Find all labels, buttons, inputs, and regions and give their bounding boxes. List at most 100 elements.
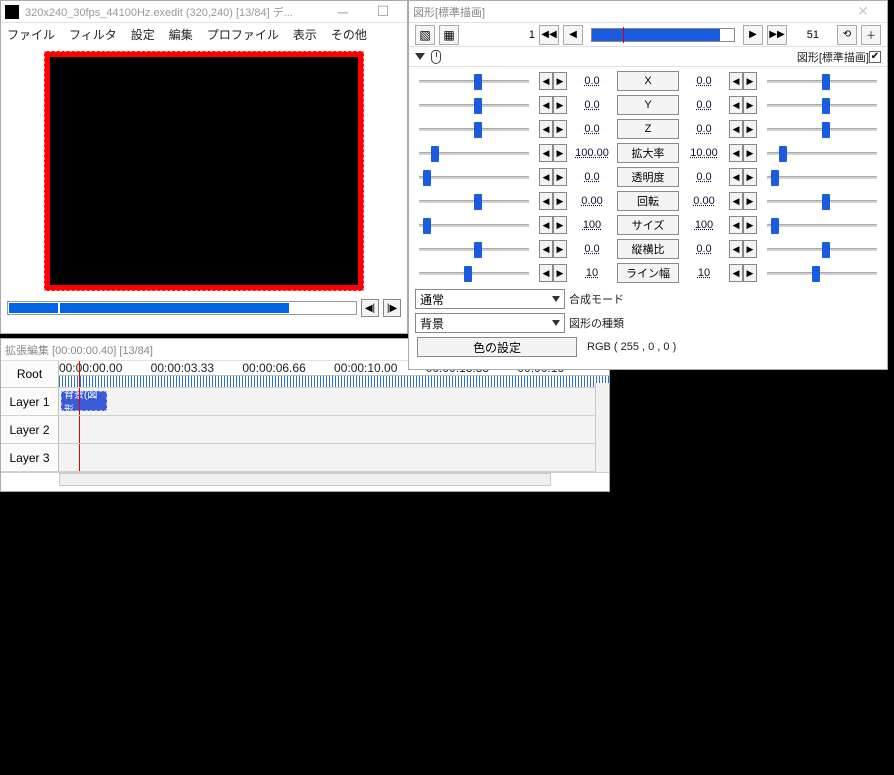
menu-file[interactable]: ファイル (7, 26, 55, 43)
param-value-left[interactable]: 10 (571, 267, 613, 279)
nudge-right-icon[interactable]: ▶ (743, 216, 757, 234)
param-nudge-left[interactable]: ◀▶ (539, 264, 567, 282)
menu-edit[interactable]: 編集 (169, 26, 193, 43)
param-slider-right[interactable] (761, 264, 883, 282)
blend-mode-select[interactable]: 通常 (415, 289, 565, 309)
param-slider-left[interactable] (413, 216, 535, 234)
nudge-left-icon[interactable]: ◀ (539, 144, 553, 162)
nudge-left-icon[interactable]: ◀ (729, 192, 743, 210)
nudge-right-icon[interactable]: ▶ (553, 216, 567, 234)
param-value-left[interactable]: 0.0 (571, 99, 613, 111)
param-nudge-left[interactable]: ◀▶ (539, 96, 567, 114)
param-slider-right[interactable] (761, 192, 883, 210)
param-slider-left[interactable] (413, 144, 535, 162)
clip-shape[interactable]: 背景(図形 (61, 391, 107, 411)
menu-filter[interactable]: フィルタ (69, 26, 117, 43)
param-nudge-left[interactable]: ◀▶ (539, 240, 567, 258)
param-value-right[interactable]: 0.0 (683, 123, 725, 135)
nudge-right-icon[interactable]: ▶ (553, 168, 567, 186)
main-titlebar[interactable]: 320x240_30fps_44100Hz.exedit (320,240) [… (1, 1, 407, 23)
param-value-left[interactable]: 0.0 (571, 123, 613, 135)
param-value-left[interactable]: 0.00 (571, 195, 613, 207)
param-value-left[interactable]: 0.0 (571, 243, 613, 255)
param-value-left[interactable]: 0.0 (571, 75, 613, 87)
nudge-left-icon[interactable]: ◀ (729, 240, 743, 258)
param-nudge-left[interactable]: ◀▶ (539, 168, 567, 186)
param-value-left[interactable]: 100 (571, 219, 613, 231)
add-button[interactable]: ＋ (861, 25, 881, 45)
param-name-button[interactable]: 回転 (617, 191, 679, 211)
param-nudge-right[interactable]: ◀▶ (729, 240, 757, 258)
param-value-right[interactable]: 0.0 (683, 171, 725, 183)
color-settings-button[interactable]: 色の設定 (417, 337, 577, 357)
param-name-button[interactable]: Y (617, 95, 679, 115)
playback-track[interactable] (7, 301, 357, 315)
param-value-right[interactable]: 0.0 (683, 75, 725, 87)
shape-type-select[interactable]: 背景 (415, 313, 565, 333)
menu-settings[interactable]: 設定 (131, 26, 155, 43)
param-nudge-right[interactable]: ◀▶ (729, 216, 757, 234)
param-slider-left[interactable] (413, 120, 535, 138)
param-value-right[interactable]: 0.0 (683, 243, 725, 255)
nudge-right-icon[interactable]: ▶ (553, 240, 567, 258)
param-nudge-right[interactable]: ◀▶ (729, 192, 757, 210)
param-name-button[interactable]: 拡大率 (617, 143, 679, 163)
property-section-header[interactable]: 図形[標準描画] ✔ (409, 47, 887, 67)
nudge-right-icon[interactable]: ▶ (743, 72, 757, 90)
frame-first-button[interactable]: ◀◀ (539, 25, 559, 45)
param-nudge-left[interactable]: ◀▶ (539, 216, 567, 234)
nudge-right-icon[interactable]: ▶ (743, 96, 757, 114)
param-slider-right[interactable] (761, 144, 883, 162)
property-titlebar[interactable]: 図形[標準描画] ✕ (409, 1, 887, 23)
param-name-button[interactable]: 縦横比 (617, 239, 679, 259)
maximize-button[interactable]: ☐ (363, 2, 403, 22)
param-slider-right[interactable] (761, 72, 883, 90)
toggle-b-button[interactable]: ▦ (439, 25, 459, 45)
param-nudge-left[interactable]: ◀▶ (539, 144, 567, 162)
param-name-button[interactable]: サイズ (617, 215, 679, 235)
nudge-left-icon[interactable]: ◀ (729, 216, 743, 234)
param-name-button[interactable]: 透明度 (617, 167, 679, 187)
param-name-button[interactable]: ライン幅 (617, 263, 679, 283)
param-nudge-left[interactable]: ◀▶ (539, 192, 567, 210)
nudge-right-icon[interactable]: ▶ (553, 120, 567, 138)
frame-cursor[interactable] (623, 27, 624, 43)
param-slider-left[interactable] (413, 72, 535, 90)
step-fwd-button[interactable]: |▶ (383, 299, 401, 317)
nudge-left-icon[interactable]: ◀ (539, 120, 553, 138)
layer-1-label[interactable]: Layer 1 (1, 388, 59, 415)
param-slider-right[interactable] (761, 168, 883, 186)
param-value-right[interactable]: 10.00 (683, 147, 725, 159)
nudge-right-icon[interactable]: ▶ (743, 240, 757, 258)
timeline-playhead[interactable] (79, 361, 80, 387)
menu-other[interactable]: その他 (331, 26, 367, 43)
param-slider-right[interactable] (761, 216, 883, 234)
nudge-left-icon[interactable]: ◀ (729, 144, 743, 162)
nudge-left-icon[interactable]: ◀ (729, 168, 743, 186)
nudge-left-icon[interactable]: ◀ (729, 96, 743, 114)
param-nudge-right[interactable]: ◀▶ (729, 264, 757, 282)
timeline-root-label[interactable]: Root (1, 361, 59, 387)
param-value-right[interactable]: 10 (683, 267, 725, 279)
timeline-scroll-v[interactable] (595, 383, 609, 472)
nudge-right-icon[interactable]: ▶ (743, 192, 757, 210)
param-value-right[interactable]: 0.0 (683, 99, 725, 111)
nudge-left-icon[interactable]: ◀ (539, 72, 553, 90)
nudge-left-icon[interactable]: ◀ (729, 72, 743, 90)
toggle-a-button[interactable]: ▧ (415, 25, 435, 45)
nudge-right-icon[interactable]: ▶ (553, 96, 567, 114)
nudge-right-icon[interactable]: ▶ (553, 144, 567, 162)
menu-profile[interactable]: プロファイル (207, 26, 279, 43)
menu-view[interactable]: 表示 (293, 26, 317, 43)
param-value-right[interactable]: 100 (683, 219, 725, 231)
layer-1-track[interactable]: 背景(図形 (59, 388, 609, 415)
section-enable-checkbox[interactable]: ✔ (869, 51, 881, 63)
param-slider-left[interactable] (413, 192, 535, 210)
nudge-right-icon[interactable]: ▶ (743, 144, 757, 162)
nudge-right-icon[interactable]: ▶ (743, 264, 757, 282)
nudge-left-icon[interactable]: ◀ (539, 264, 553, 282)
param-nudge-right[interactable]: ◀▶ (729, 72, 757, 90)
frame-track[interactable] (591, 28, 735, 42)
layer-3-track[interactable] (59, 444, 609, 471)
nudge-right-icon[interactable]: ▶ (553, 72, 567, 90)
